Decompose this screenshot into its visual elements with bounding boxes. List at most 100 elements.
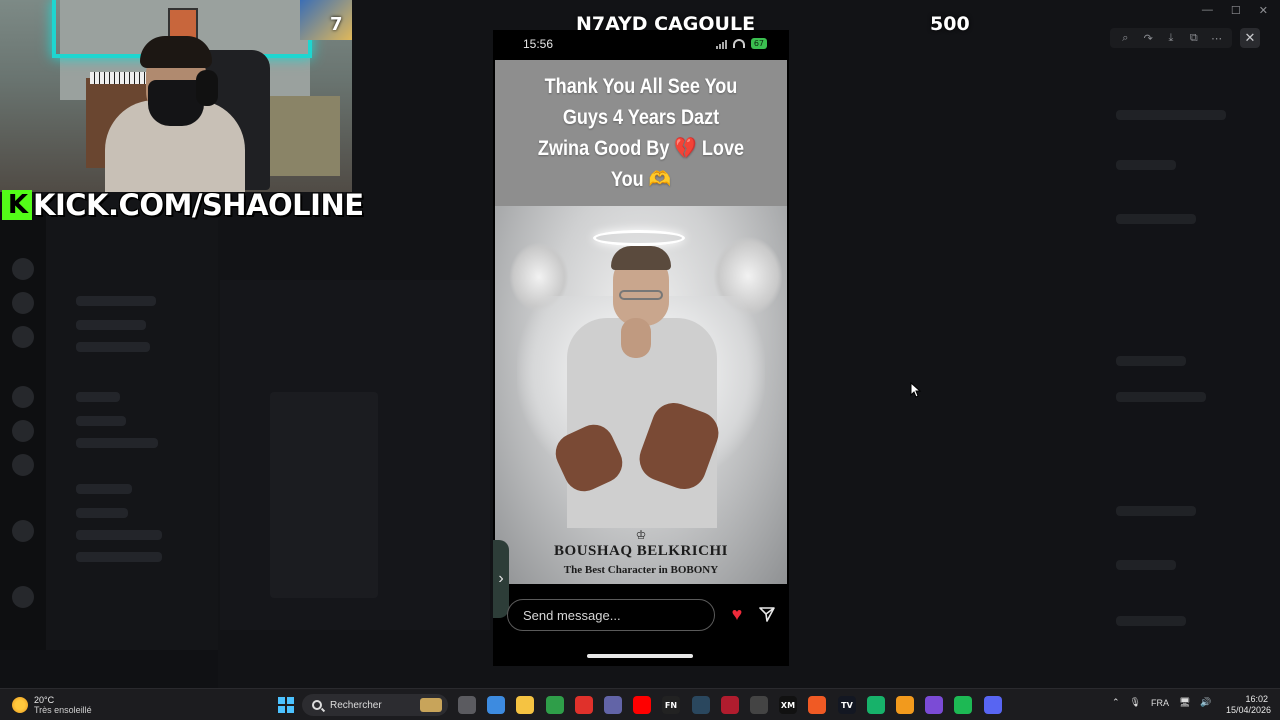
server-icon: [12, 258, 34, 280]
story-caption-text: Thank You All See You Guys 4 Years Dazt …: [537, 75, 745, 191]
channel-row: [76, 508, 128, 518]
chat-attachment: [270, 392, 378, 598]
brave-icon[interactable]: [808, 696, 826, 714]
forward-icon[interactable]: ↷: [1140, 30, 1156, 46]
tradingview-icon[interactable]: TV: [838, 696, 856, 714]
portrait-name: BOUSHAQ BELKRICHI: [554, 543, 728, 559]
zoom-icon[interactable]: ⌕: [1117, 30, 1133, 46]
system-tray: ⌃ 🎙 FRA 🖥 🔊: [1112, 697, 1212, 708]
kick-banner: K KICK.COM/SHAOLINE: [2, 188, 364, 222]
portrait-hair: [611, 246, 671, 270]
member-row: [1116, 214, 1196, 224]
member-row: [1116, 506, 1196, 516]
task-view-icon[interactable]: [458, 696, 476, 714]
server-icon: [12, 454, 34, 476]
portrait-hand: [621, 318, 651, 358]
volume-icon[interactable]: 🔊: [1200, 697, 1211, 708]
stream-overlay-count: 500: [930, 13, 970, 35]
member-row: [1116, 110, 1226, 120]
status-time: 15:56: [523, 37, 554, 51]
channel-row: [76, 484, 132, 494]
language-indicator[interactable]: FRA: [1151, 698, 1169, 708]
webcam-person-hair: [140, 36, 212, 68]
server-icon: [12, 520, 34, 542]
channel-row: [76, 320, 146, 330]
signal-icon: [715, 39, 727, 49]
search-label: Rechercher: [330, 699, 382, 711]
steam-icon[interactable]: [692, 696, 710, 714]
microphone-icon[interactable]: 🎙: [1130, 697, 1141, 708]
channel-row: [76, 438, 158, 448]
portrait-glasses: [619, 290, 663, 300]
sun-icon: [12, 697, 28, 713]
clock-time: 16:02: [1245, 694, 1268, 704]
windows-taskbar: 20°C Très ensoleillé Rechercher FN XM TV ⌃…: [0, 688, 1280, 720]
channel-row: [76, 530, 162, 540]
chevron-right-icon[interactable]: ›: [493, 540, 509, 618]
clock-date: 15/04/2026: [1226, 705, 1272, 715]
user-panel: [0, 650, 218, 688]
app-red-icon[interactable]: [721, 696, 739, 714]
chrome-icon[interactable]: [546, 696, 564, 714]
story-card[interactable]: Thank You All See You Guys 4 Years Dazt …: [495, 60, 787, 584]
member-list: [1100, 60, 1280, 688]
tray-chevron-icon[interactable]: ⌃: [1112, 697, 1120, 708]
windows-start-icon[interactable]: [278, 697, 294, 713]
server-icon: [12, 326, 34, 348]
server-icon: [12, 292, 34, 314]
taskbar-clock[interactable]: 16:02 15/04/2026: [1226, 694, 1272, 716]
weather-description: Très ensoleillé: [34, 705, 92, 715]
member-row: [1116, 616, 1186, 626]
send-icon[interactable]: [757, 604, 777, 624]
adobe-icon[interactable]: [575, 696, 593, 714]
spotify-icon[interactable]: [954, 696, 972, 714]
close-window-icon[interactable]: ✕: [1259, 4, 1268, 17]
halo: [593, 230, 685, 246]
weather-temperature: 20°C: [34, 695, 55, 705]
file-explorer-icon[interactable]: [516, 696, 534, 714]
headphones-icon: [196, 70, 218, 106]
webcam-badge: 7: [330, 14, 343, 35]
story-image: ♔ BOUSHAQ BELKRICHI The Best Character i…: [495, 206, 787, 584]
channel-row: [76, 416, 126, 426]
window-controls: — ☐ ✕: [1202, 4, 1268, 17]
maximize-icon[interactable]: ☐: [1231, 4, 1241, 17]
discord-icon[interactable]: [984, 696, 1002, 714]
webcam-poster: [300, 0, 352, 40]
close-viewer-button[interactable]: ✕: [1240, 28, 1260, 48]
kick-url: KICK.COM/SHAOLINE: [33, 188, 364, 222]
channel-row: [76, 342, 150, 352]
youtube-icon[interactable]: [633, 696, 651, 714]
server-icon: [12, 586, 34, 608]
crest-icon: ♔: [635, 528, 647, 542]
more-icon[interactable]: ⋯: [1209, 30, 1225, 46]
phone-screenshot: 15:56 67 Thank You All See You Guys 4 Ye…: [493, 30, 789, 666]
fl-studio-icon[interactable]: [896, 696, 914, 714]
kick-logo-icon: K: [2, 190, 32, 220]
send-message-input[interactable]: [507, 599, 715, 631]
download-icon[interactable]: ⤓: [1163, 30, 1179, 46]
webcam-feed: 7: [0, 0, 352, 192]
taskbar-search[interactable]: Rechercher: [302, 694, 448, 716]
open-external-icon[interactable]: ⧉: [1186, 30, 1202, 46]
search-highlight-icon: [420, 698, 442, 712]
media-viewer-toolbar: ⌕ ↷ ⤓ ⧉ ⋯: [1110, 28, 1232, 48]
app-fn-icon[interactable]: FN: [662, 696, 680, 714]
server-rail: [0, 200, 46, 688]
teams-icon[interactable]: [604, 696, 622, 714]
copilot-icon[interactable]: [487, 696, 505, 714]
story-caption: Thank You All See You Guys 4 Years Dazt …: [495, 60, 787, 206]
minimize-icon[interactable]: —: [1202, 4, 1213, 17]
status-icons: 67: [715, 38, 767, 49]
server-icon: [12, 420, 34, 442]
weather-widget[interactable]: 20°C Très ensoleillé: [12, 695, 92, 715]
obs-icon[interactable]: [925, 696, 943, 714]
channel-row: [76, 392, 120, 402]
app-green-icon[interactable]: [867, 696, 885, 714]
channel-row: [76, 552, 162, 562]
app-xm-icon[interactable]: XM: [779, 696, 797, 714]
network-icon[interactable]: 🖥: [1179, 697, 1190, 708]
member-row: [1116, 160, 1176, 170]
app-refresh-icon[interactable]: [750, 696, 768, 714]
heart-icon[interactable]: ♥: [727, 604, 747, 624]
